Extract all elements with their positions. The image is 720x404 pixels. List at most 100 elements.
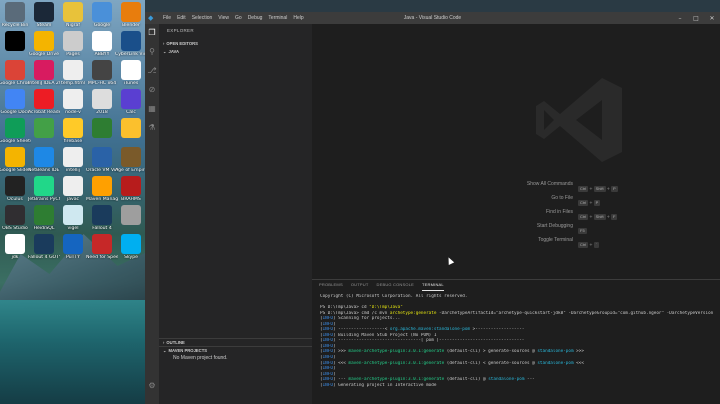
app-icon — [5, 60, 25, 80]
desktop-icon[interactable]: Age of Empires — [115, 147, 145, 173]
explorer-icon[interactable]: ❐ — [147, 28, 157, 38]
desktop-icon[interactable]: Google — [88, 2, 116, 28]
panel-tab-terminal[interactable]: TERMINAL — [422, 280, 444, 291]
menu-item-selection[interactable]: Selection — [189, 12, 216, 24]
app-icon — [34, 118, 54, 138]
debug-icon[interactable]: ⊘ — [147, 85, 157, 95]
desktop-icon-label: Oculus — [7, 197, 23, 202]
desktop-icon[interactable]: Recycle Bin — [1, 2, 29, 28]
desktop-icon[interactable]: Google Chrome — [0, 60, 31, 86]
desktop-icon[interactable] — [1, 31, 29, 52]
desktop-icon-label: Skype — [124, 255, 138, 260]
desktop-icon[interactable]: jdk — [1, 234, 29, 260]
open-editors-section[interactable]: › OPEN EDITORS — [159, 40, 312, 48]
desktop-icon[interactable]: Blender — [117, 2, 145, 28]
panel-tab-output[interactable]: OUTPUT — [351, 280, 369, 290]
panel-tab-problems[interactable]: PROBLEMS — [319, 280, 343, 290]
java-folder-label: JAVA — [168, 49, 180, 54]
desktop-icon-label: Need for Speed — [86, 255, 118, 260]
app-icon — [5, 147, 25, 167]
desktop-icon[interactable]: Google Docs — [1, 89, 29, 115]
source-control-icon[interactable]: ⎇ — [147, 66, 157, 76]
app-icon — [63, 2, 83, 22]
desktop-icon[interactable]: MPC-HC x64 — [88, 60, 116, 86]
desktop-icon[interactable]: OBS Studio — [1, 205, 29, 231]
desktop-icon[interactable]: temp.html — [59, 60, 87, 86]
desktop-icon[interactable]: Need for Speed — [86, 234, 118, 260]
shortcut-label: Toggle Terminal — [538, 237, 573, 243]
desktop-icon[interactable]: JetBrains PyCharm — [28, 176, 60, 202]
desktop-icon-label: Recycle Bin — [1, 23, 29, 28]
desktop-icon[interactable]: Fallout 4 — [88, 205, 116, 231]
desktop-icon[interactable] — [117, 118, 145, 139]
maven-empty-message: No Maven project found. — [173, 355, 228, 361]
desktop-icon[interactable]: Calc — [117, 89, 145, 115]
desktop-icon[interactable]: HeidiSQL — [30, 205, 58, 231]
menu-item-terminal[interactable]: Terminal — [265, 12, 290, 24]
desktop-icon[interactable]: Steam — [30, 2, 58, 28]
desktop-icon[interactable]: Oracle VM VirtualBox — [86, 147, 118, 173]
vscode-logo-icon: ◆ — [148, 14, 154, 22]
menu-item-help[interactable]: Help — [290, 12, 306, 24]
test-icon[interactable]: ⚗ — [147, 123, 157, 133]
desktop-icon[interactable] — [30, 118, 58, 139]
menu-item-edit[interactable]: Edit — [174, 12, 189, 24]
desktop-icon[interactable]: Maven Manager — [86, 176, 118, 202]
desktop-icon[interactable]: intellij — [59, 147, 87, 173]
desktop-icon[interactable]: Acrobat Reader DC — [28, 89, 60, 115]
desktop-icon[interactable]: Google Sheets — [0, 118, 31, 144]
desktop-icon[interactable]: node-v — [59, 89, 87, 115]
key-plus: + — [589, 213, 593, 219]
desktop-icon-label: IntelliJ IDEA 2018 — [28, 81, 60, 86]
desktop-icon[interactable]: IntelliJ IDEA 2018 — [28, 60, 60, 86]
desktop-icon[interactable]: firebase — [59, 118, 87, 144]
menu-item-view[interactable]: View — [215, 12, 232, 24]
desktop-icon[interactable]: iTunes — [117, 60, 145, 86]
desktop-icon[interactable]: Google Slides — [0, 147, 31, 173]
desktop-icon[interactable]: javac — [59, 176, 87, 202]
desktop-icon[interactable]: Pages — [59, 31, 87, 57]
desktop-icon[interactable]: Google Drive — [29, 31, 59, 57]
desktop-icon[interactable]: PuTTY — [59, 234, 87, 260]
desktop-icon[interactable]: Skype — [117, 234, 145, 260]
minimize-icon[interactable]: – — [672, 12, 688, 24]
menu-item-go[interactable]: Go — [232, 12, 245, 24]
chevron-down-icon: ⌄ — [163, 49, 167, 54]
app-icon — [63, 60, 83, 80]
app-icon — [5, 205, 25, 225]
lake-shape — [0, 300, 145, 404]
search-icon[interactable]: ⚲ — [147, 47, 157, 57]
desktop-icon[interactable]: vigel — [59, 205, 87, 231]
app-icon — [5, 2, 25, 22]
maven-projects-section[interactable]: ⌄ MAVEN PROJECTS — [159, 346, 312, 354]
desktop-icon[interactable]: ABBYY — [88, 31, 116, 57]
outline-section[interactable]: › OUTLINE — [159, 338, 312, 346]
desktop-icon[interactable]: Nigraf — [59, 2, 87, 28]
keycap: P — [610, 185, 618, 192]
close-icon[interactable]: ✕ — [704, 12, 720, 24]
editor-area[interactable]: Show All Commands Ctrl + Shift + P Go to File C… — [312, 24, 720, 279]
menu-item-debug[interactable]: Debug — [245, 12, 266, 24]
desktop-icon-label: Google Drive — [29, 52, 59, 57]
menu-item-file[interactable]: File — [160, 12, 174, 24]
terminal-output[interactable]: Copyright (C) Microsoft Corporation. All… — [312, 290, 720, 388]
desktop-icon-label: Maven Manager — [86, 197, 118, 202]
extensions-icon[interactable]: ▦ — [147, 104, 157, 114]
panel-tab-debug-console[interactable]: DEBUG CONSOLE — [377, 280, 415, 290]
maximize-icon[interactable]: □ — [688, 12, 704, 24]
app-icon — [34, 60, 54, 80]
desktop-icon[interactable]: 2018 — [88, 89, 116, 115]
desktop-icon[interactable]: BRAHMS — [117, 176, 145, 202]
desktop-icon[interactable]: Oculus — [1, 176, 29, 202]
desktop-icon[interactable] — [88, 118, 116, 139]
java-folder-section[interactable]: ⌄ JAVA — [159, 48, 312, 56]
desktop-icon[interactable]: NetBeans IDE 8.2 — [28, 147, 60, 173]
desktop-icon[interactable]: Fallout 4 GOTY — [28, 234, 60, 260]
desktop-icon[interactable]: CyberLink Video Editor — [115, 31, 145, 57]
settings-gear-icon[interactable]: ⚙ — [147, 381, 157, 391]
key-plus: + — [606, 213, 610, 219]
app-icon — [92, 205, 112, 225]
desktop-icon[interactable] — [117, 205, 145, 226]
app-icon — [121, 60, 141, 80]
app-icon — [121, 147, 141, 167]
